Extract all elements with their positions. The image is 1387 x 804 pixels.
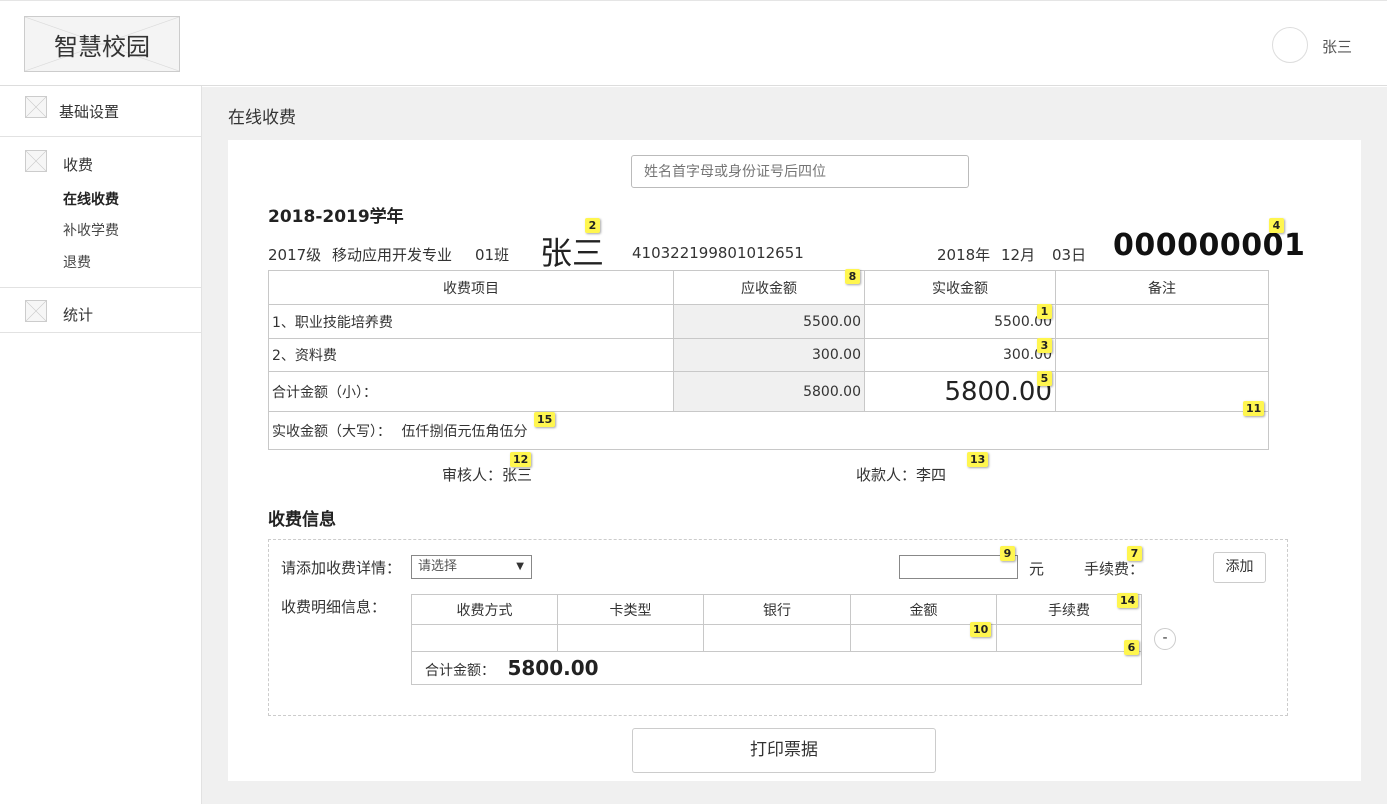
sidebar-group-fees: 收费 在线收费 补收学费 退费 — [0, 137, 201, 288]
subtotal-row: 合计金额（小）： 5800.00 5800.00 — [268, 371, 1269, 412]
cashier-label: 收款人：李四 — [856, 466, 947, 484]
receipt-table: 收费项目 应收金额 实收金额 备注 1、职业技能培养费 5500.00 5500… — [268, 270, 1269, 450]
annotation-badge: 9 — [1000, 546, 1015, 561]
user-name[interactable]: 张三 — [1322, 36, 1352, 57]
sidebar-item-online-fee[interactable]: 在线收费 — [63, 189, 119, 209]
subtotal-label: 合计金额（小）： — [268, 371, 674, 412]
total-row: 合计金额： 5800.00 — [411, 651, 1142, 685]
top-header: 智慧校园 张三 — [0, 0, 1387, 86]
column-header: 收费项目 — [268, 270, 674, 305]
student-name: 张三 — [540, 234, 605, 272]
sidebar-item-refund[interactable]: 退费 — [63, 252, 91, 272]
currency-label: 元 — [1029, 560, 1045, 578]
print-receipt-button[interactable]: 打印票据 — [632, 728, 936, 773]
student-major: 移动应用开发专业 — [332, 246, 453, 264]
payment-section-title: 收费信息 — [268, 510, 336, 530]
annotation-badge: 4 — [1269, 218, 1284, 233]
user-avatar[interactable] — [1272, 27, 1308, 63]
logo[interactable]: 智慧校园 — [24, 16, 180, 72]
note-cell[interactable] — [1055, 304, 1269, 339]
fee-item-name: 2、资料费 — [268, 338, 674, 372]
capital-amount-row: 实收金额（大写）： 伍仟捌佰元伍角伍分 — [268, 411, 1269, 450]
paid-amount-cell[interactable]: 300.00 — [864, 338, 1056, 372]
table-cell — [996, 624, 1142, 652]
note-cell[interactable] — [1055, 338, 1269, 372]
sidebar-group-statistics[interactable]: 统计 — [0, 288, 201, 333]
sidebar-group-basic-settings[interactable]: 基础设置 — [0, 86, 201, 137]
select-value: 请选择 — [418, 559, 458, 574]
column-header: 卡类型 — [557, 594, 704, 625]
subtotal-paid: 5800.00 — [864, 371, 1056, 412]
sidebar-item-label[interactable]: 收费 — [63, 154, 93, 175]
remove-row-button[interactable]: - — [1154, 628, 1176, 650]
column-header: 金额 — [850, 594, 997, 625]
column-header: 银行 — [703, 594, 851, 625]
column-header: 应收金额 — [673, 270, 865, 305]
page-title: 在线收费 — [228, 108, 296, 128]
annotation-badge: 6 — [1124, 640, 1139, 655]
add-detail-label: 请添加收费详情： — [281, 559, 402, 577]
table-row: 1、职业技能培养费 5500.00 5500.00 — [268, 304, 1269, 339]
due-amount: 5500.00 — [673, 304, 865, 339]
column-header: 实收金额 — [864, 270, 1056, 305]
payment-detail-table: 收费方式 卡类型 银行 金额 手续费 合计金额： 5800.00 — [411, 594, 1142, 685]
receipt-serial-number: 000000001 — [1113, 228, 1306, 263]
annotation-badge: 7 — [1127, 546, 1142, 561]
placeholder-image-icon — [25, 96, 47, 118]
annotation-badge: 14 — [1117, 593, 1139, 608]
table-header-row: 收费方式 卡类型 银行 金额 手续费 — [411, 594, 1142, 625]
annotation-badge: 3 — [1037, 338, 1052, 353]
table-cell — [557, 624, 704, 652]
school-year: 2018-2019学年 — [268, 207, 404, 227]
receipt-day: 03日 — [1052, 246, 1087, 264]
fee-label: 手续费： — [1084, 560, 1145, 578]
capital-amount-label: 实收金额（大写）： — [272, 423, 391, 440]
placeholder-image-icon — [25, 300, 47, 322]
table-row — [411, 624, 1142, 652]
column-header: 备注 — [1055, 270, 1269, 305]
table-cell — [411, 624, 558, 652]
annotation-badge: 1 — [1037, 304, 1052, 319]
note-cell — [1055, 371, 1269, 412]
column-header: 收费方式 — [411, 594, 558, 625]
annotation-badge: 15 — [534, 412, 556, 427]
reviewer-label: 审核人：张三 — [442, 466, 533, 484]
placeholder-image-icon — [25, 150, 47, 172]
table-cell — [703, 624, 851, 652]
annotation-badge: 10 — [970, 622, 992, 637]
total-label: 合计金额： — [425, 663, 495, 679]
due-amount: 300.00 — [673, 338, 865, 372]
receipt-year: 2018年 — [937, 246, 991, 264]
add-button[interactable]: 添加 — [1213, 552, 1266, 583]
fee-item-name: 1、职业技能培养费 — [268, 304, 674, 339]
annotation-badge: 8 — [845, 269, 860, 284]
annotation-badge: 2 — [585, 218, 600, 233]
student-class: 01班 — [475, 246, 510, 264]
table-row: 2、资料费 300.00 300.00 — [268, 338, 1269, 372]
receipt-month: 12月 — [1001, 246, 1036, 264]
paid-amount-cell[interactable]: 5500.00 — [864, 304, 1056, 339]
student-grade: 2017级 — [268, 246, 322, 264]
annotation-badge: 12 — [510, 452, 532, 467]
search-input[interactable] — [631, 155, 969, 188]
capital-amount-value: 伍仟捌佰元伍角伍分 — [401, 423, 528, 440]
annotation-badge: 13 — [967, 452, 989, 467]
table-header-row: 收费项目 应收金额 实收金额 备注 — [268, 270, 1269, 305]
annotation-badge: 11 — [1243, 401, 1265, 416]
student-id-number: 410322199801012651 — [632, 244, 804, 262]
annotation-badge: 5 — [1037, 371, 1052, 386]
dropdown-arrow-icon: ▼ — [516, 561, 524, 572]
sidebar-item-label: 基础设置 — [59, 103, 120, 121]
payment-method-select[interactable]: 请选择 ▼ — [411, 555, 532, 579]
sidebar-item-supplementary-fee[interactable]: 补收学费 — [63, 220, 119, 240]
subtotal-due: 5800.00 — [673, 371, 865, 412]
total-value: 5800.00 — [507, 656, 599, 680]
detail-info-label: 收费明细信息： — [281, 598, 387, 616]
sidebar-item-label: 统计 — [63, 306, 94, 324]
